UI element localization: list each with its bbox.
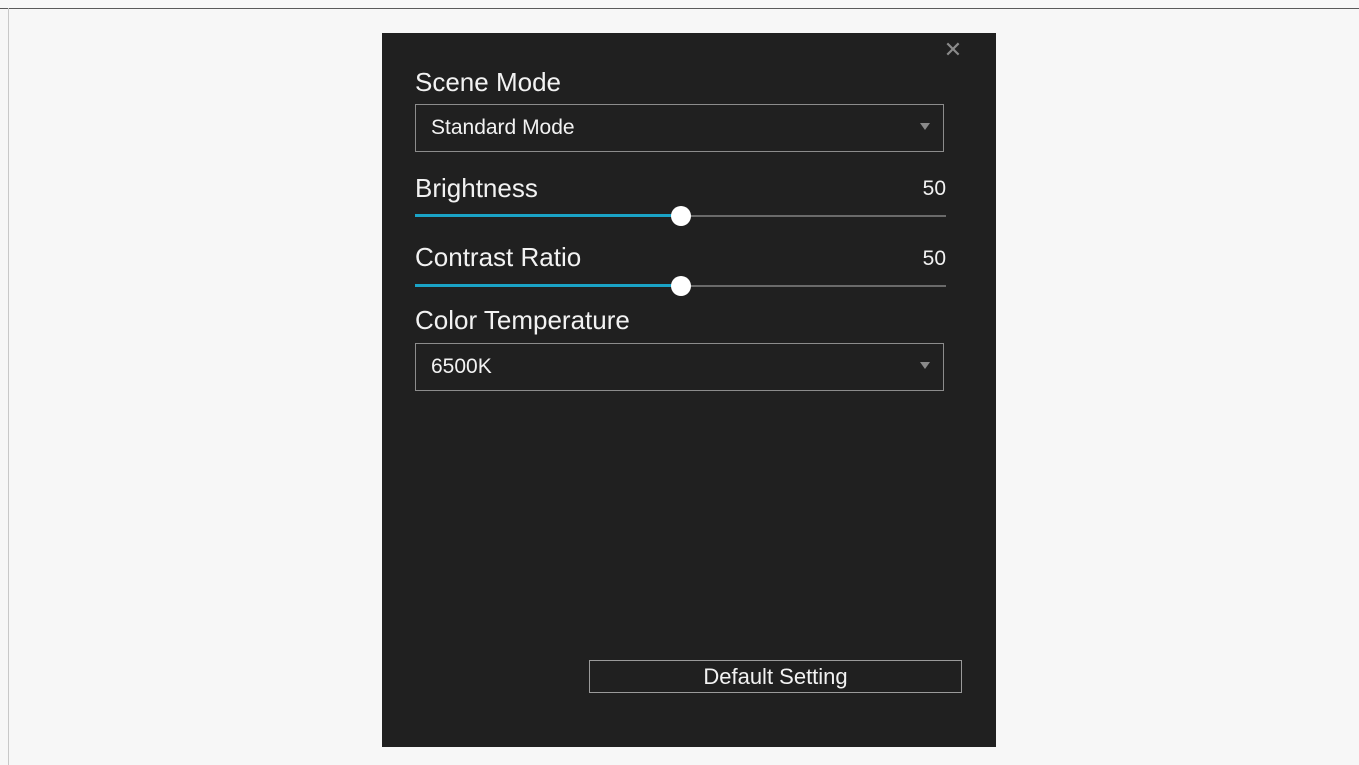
display-settings-panel: ✕ Scene Mode Standard Mode Brightness 50… bbox=[382, 33, 996, 747]
contrast-ratio-value: 50 bbox=[922, 247, 946, 270]
slider-fill bbox=[415, 214, 681, 217]
window-top-border bbox=[0, 8, 1359, 9]
brightness-value: 50 bbox=[922, 177, 946, 200]
brightness-slider[interactable] bbox=[415, 206, 946, 226]
slider-thumb[interactable] bbox=[670, 276, 691, 296]
chevron-down-icon bbox=[920, 123, 930, 130]
scene-mode-dropdown[interactable]: Standard Mode bbox=[415, 104, 944, 152]
color-temperature-dropdown[interactable]: 6500K bbox=[415, 343, 944, 391]
contrast-ratio-slider[interactable] bbox=[415, 276, 946, 296]
default-setting-button[interactable]: Default Setting bbox=[589, 660, 962, 693]
contrast-ratio-label: Contrast Ratio bbox=[415, 242, 582, 272]
color-temperature-label: Color Temperature bbox=[415, 305, 630, 335]
chevron-down-icon bbox=[920, 362, 930, 369]
scene-mode-label: Scene Mode bbox=[415, 67, 561, 97]
color-temperature-selected: 6500K bbox=[431, 355, 492, 378]
slider-fill bbox=[415, 284, 681, 287]
scene-mode-selected: Standard Mode bbox=[431, 116, 575, 139]
window-left-border bbox=[8, 8, 9, 765]
brightness-label: Brightness bbox=[415, 173, 538, 203]
close-icon[interactable]: ✕ bbox=[941, 39, 965, 63]
slider-thumb[interactable] bbox=[670, 206, 691, 226]
